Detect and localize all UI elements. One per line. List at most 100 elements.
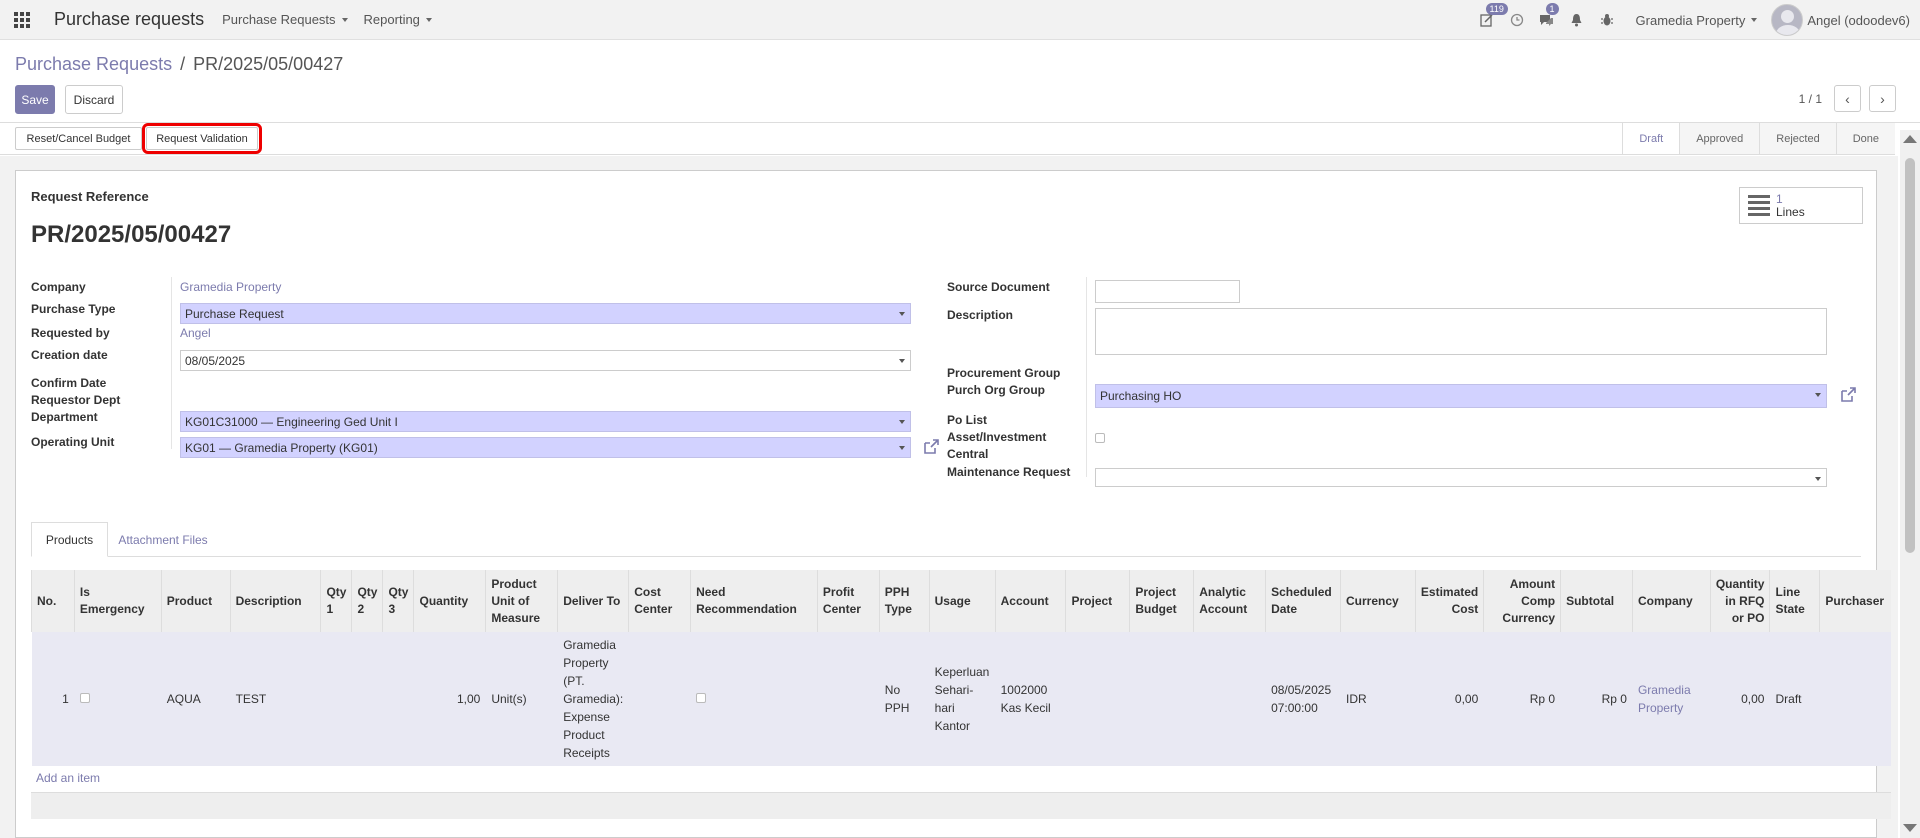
apps-icon[interactable] [0,0,44,40]
lines-label: Lines [1776,204,1805,219]
request-validation-button[interactable]: Request Validation [142,123,262,154]
cell-qty2 [351,632,383,766]
central-maintenance-select[interactable] [1095,468,1827,487]
company-value[interactable]: Gramedia Property [180,280,281,294]
col-qty2[interactable]: Qty 2 [351,570,383,632]
cell-quantity: 1,00 [413,632,486,766]
col-product[interactable]: Product [160,570,231,632]
breadcrumb-parent[interactable]: Purchase Requests [15,54,172,75]
col-estimated-cost[interactable]: Estimated Cost [1414,570,1484,632]
menu-reporting[interactable]: Reporting [364,12,432,27]
avatar[interactable] [1771,4,1804,36]
tab-attachment-files[interactable]: Attachment Files [108,522,218,557]
operating-unit-select[interactable]: KG01 — Gramedia Property (KG01) [180,437,911,458]
col-subtotal[interactable]: Subtotal [1560,570,1633,632]
col-analytic-account[interactable]: Analytic Account [1193,570,1266,632]
table-row[interactable]: 1 AQUA TEST 1,00 Unit(s) Gramedia Proper… [31,632,1891,766]
creation-date-field[interactable]: 08/05/2025 [180,350,911,371]
col-currency[interactable]: Currency [1340,570,1416,632]
col-uom[interactable]: Product Unit of Measure [485,570,558,632]
notebook-tabs: Products Attachment Files [31,522,1861,557]
add-item-link[interactable]: Add an item [36,771,100,785]
col-qty3[interactable]: Qty 3 [382,570,414,632]
bell-icon[interactable] [1562,0,1592,40]
col-scheduled-date[interactable]: Scheduled Date [1265,570,1341,632]
col-deliver-to[interactable]: Deliver To [557,570,629,632]
col-cost-center[interactable]: Cost Center [628,570,691,632]
need-recommendation-checkbox[interactable] [696,693,707,703]
col-description[interactable]: Description [229,570,321,632]
top-navbar: Purchase requests Purchase Requests Repo… [0,0,1920,40]
description-textarea[interactable] [1095,308,1827,355]
stage-draft[interactable]: Draft [1622,123,1680,154]
purchase-type-select[interactable]: Purchase Request [180,303,911,324]
vertical-scrollbar[interactable] [1900,130,1920,838]
activity-icon[interactable]: 119 [1472,0,1508,40]
save-button[interactable]: Save [15,85,55,114]
cell-no: 1 [31,632,75,766]
menu-purchase-requests[interactable]: Purchase Requests [222,12,348,27]
tab-products[interactable]: Products [31,522,108,557]
scroll-thumb[interactable] [1905,158,1915,553]
stage-approved[interactable]: Approved [1679,123,1760,154]
purchase-type-label: Purchase Type [31,302,116,316]
po-list-label: Po List [947,413,988,427]
scroll-down-icon[interactable] [1903,824,1917,832]
col-line-state[interactable]: Line State [1769,570,1820,632]
pager-value[interactable]: 1 / 1 [1799,92,1822,106]
asset-investment-checkbox[interactable] [1095,433,1105,443]
stage-done[interactable]: Done [1835,123,1895,154]
user-menu[interactable]: Angel (odoodev6) [1807,13,1910,28]
creation-date-label: Creation date [31,348,108,362]
reset-cancel-budget-button[interactable]: Reset/Cancel Budget [15,127,142,150]
lines-count: 1 [1776,191,1783,206]
external-link-icon[interactable] [1839,386,1857,404]
cell-need-recommendation [690,632,818,766]
stage-pipeline: Draft Approved Rejected Done [1622,123,1895,154]
caret-down-icon [899,312,905,316]
chat-icon[interactable]: 1 [1532,0,1562,40]
col-profit-center[interactable]: Profit Center [816,570,880,632]
caret-down-icon [1815,393,1821,397]
col-quantity[interactable]: Quantity [413,570,486,632]
purch-org-group-select[interactable]: Purchasing HO [1095,384,1827,408]
is-emergency-checkbox[interactable] [79,693,90,703]
company-link[interactable]: Gramedia Property [1638,683,1691,715]
col-need-recommendation[interactable]: Need Recommendation [690,570,818,632]
caret-down-icon [1751,18,1758,22]
purch-org-group-label: Purch Org Group [947,383,1046,397]
col-qty1[interactable]: Qty 1 [320,570,352,632]
requested-by-value[interactable]: Angel [180,326,211,340]
external-link-icon[interactable] [922,438,940,456]
col-pph-type[interactable]: PPH Type [878,570,930,632]
col-project-budget[interactable]: Project Budget [1129,570,1194,632]
table-footer [31,792,1891,819]
col-no[interactable]: No. [31,570,75,632]
col-company[interactable]: Company [1631,570,1711,632]
source-document-input[interactable] [1095,280,1240,303]
col-usage[interactable]: Usage [928,570,996,632]
caret-down-icon [899,420,905,424]
chevron-right-icon[interactable]: › [1869,85,1896,112]
confirm-date-label: Confirm Date [31,376,107,390]
col-amount-comp-currency[interactable]: Amount Comp Currency [1483,570,1561,632]
department-select[interactable]: KG01C31000 — Engineering Ged Unit I [180,411,911,432]
col-account[interactable]: Account [994,570,1066,632]
col-qty-rfq-po[interactable]: Quantity in RFQ or PO [1709,570,1770,632]
cell-scheduled-date: 08/05/2025 07:00:00 [1265,632,1341,766]
requestor-dept-label: Requestor Dept [31,393,121,407]
company-switcher[interactable]: Gramedia Property [1636,13,1758,28]
col-project[interactable]: Project [1065,570,1130,632]
lines-smart-button[interactable]: 1 Lines [1739,187,1863,224]
cell-currency: IDR [1340,632,1416,766]
cell-pph-type: No PPH [879,632,930,766]
col-is-emergency[interactable]: Is Emergency [73,570,162,632]
col-purchaser[interactable]: Purchaser [1819,570,1891,632]
bug-icon[interactable] [1592,0,1622,40]
clock-icon[interactable] [1502,0,1532,40]
chevron-left-icon[interactable]: ‹ [1834,85,1861,112]
discard-button[interactable]: Discard [65,85,123,114]
cell-profit-center [817,632,880,766]
stage-rejected[interactable]: Rejected [1759,123,1836,154]
scroll-up-icon[interactable] [1903,135,1917,143]
